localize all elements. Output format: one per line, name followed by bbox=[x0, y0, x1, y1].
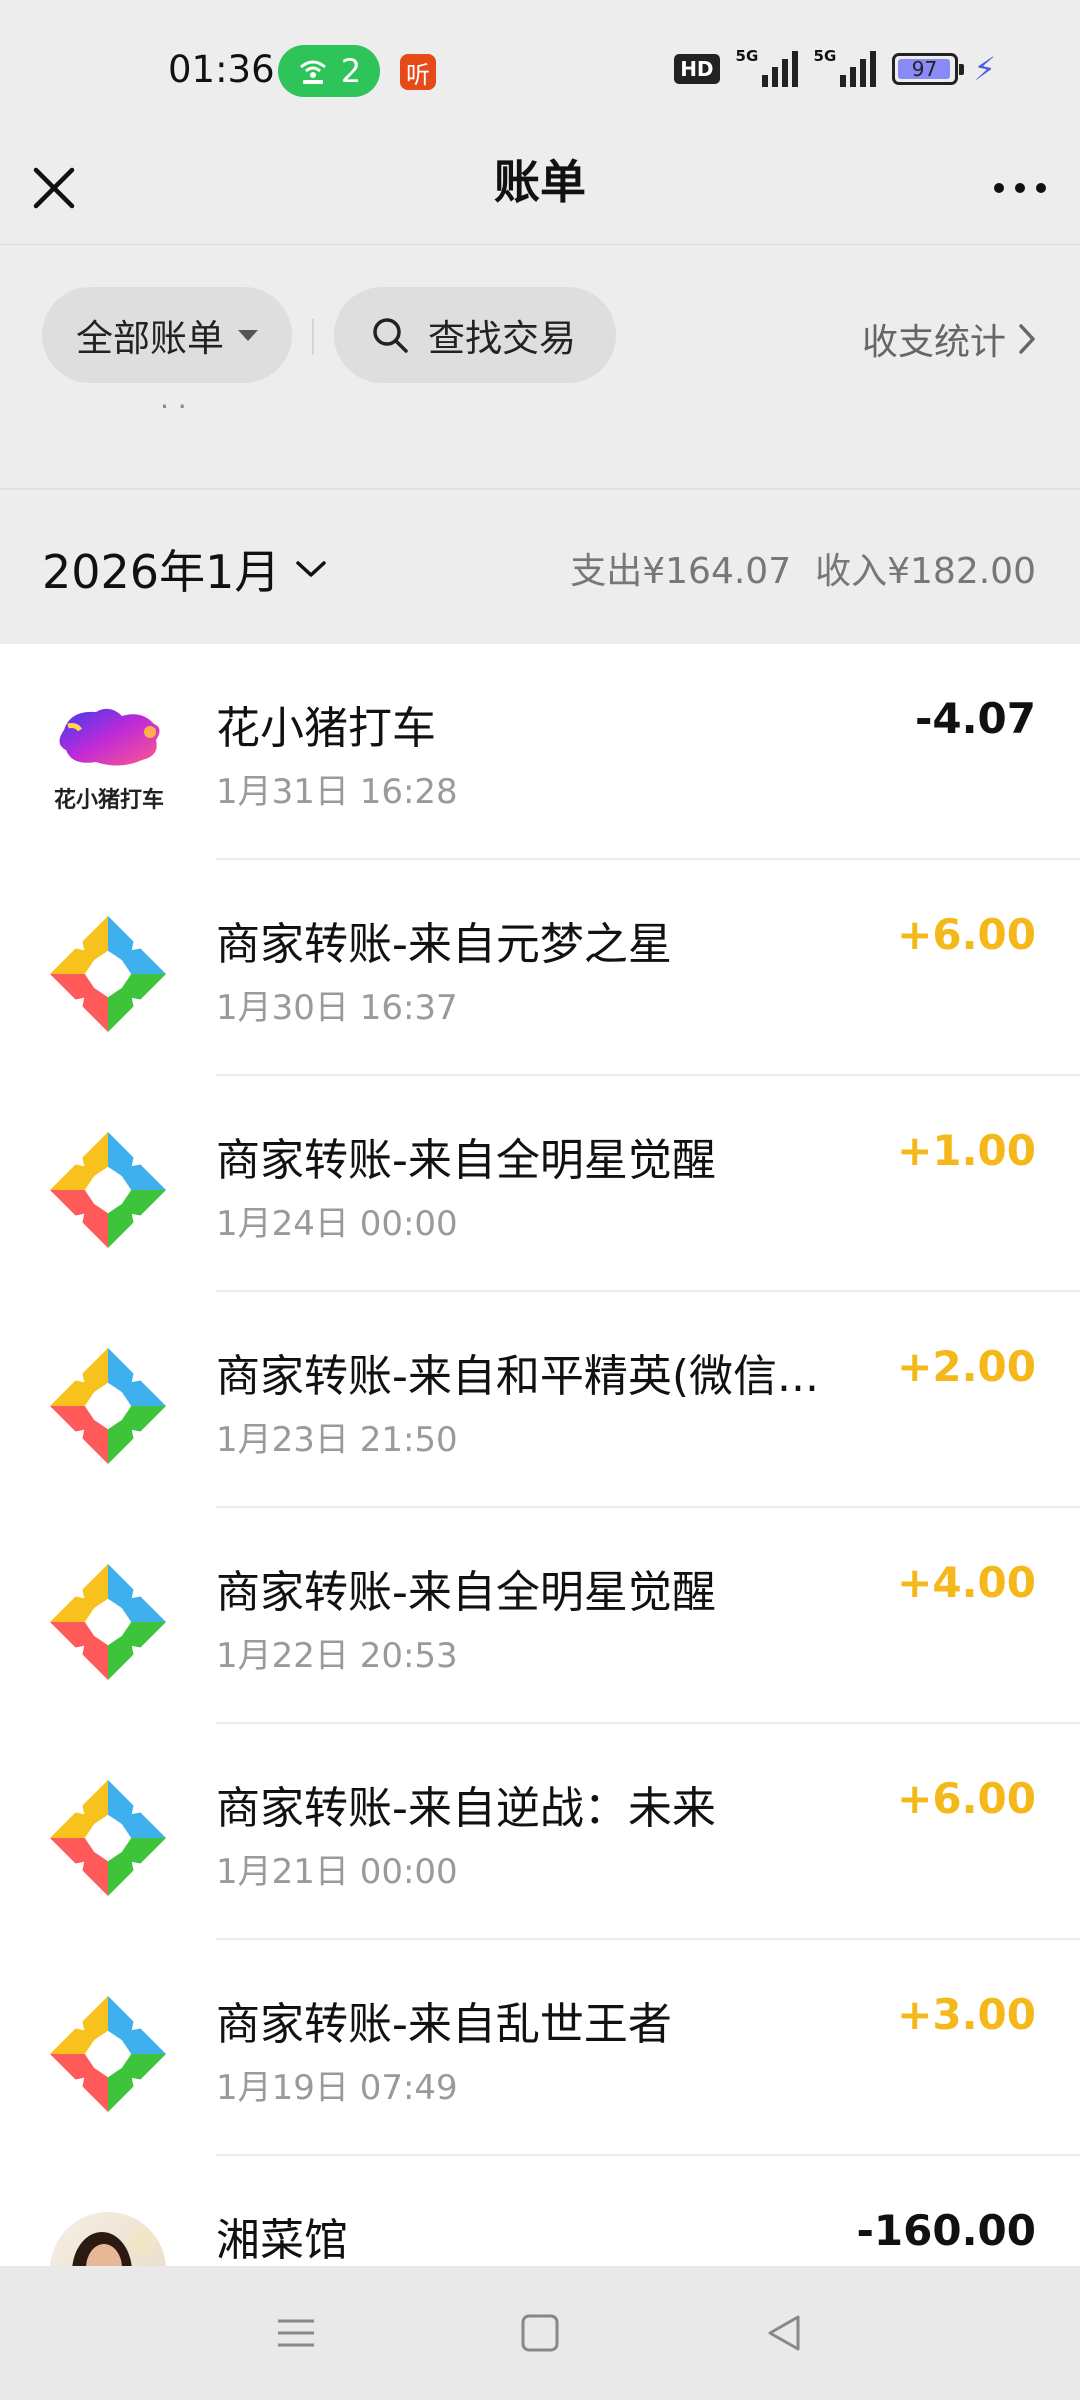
transaction-title: 商家转账-来自乱世王者 bbox=[216, 1999, 672, 2050]
battery-level: 97 bbox=[911, 57, 938, 81]
transaction-time: 1月22日 20:53 bbox=[216, 1636, 458, 1676]
transaction-time: 1月24日 00:00 bbox=[216, 1204, 458, 1244]
network-type-label-2: 5G bbox=[813, 47, 837, 65]
merchant-transfer-icon bbox=[50, 1564, 166, 1680]
transaction-row[interactable]: 商家转账-来自和平精英(微信... 1月23日 21:50 +2.00 bbox=[0, 1292, 1080, 1508]
home-icon[interactable] bbox=[518, 2311, 562, 2355]
page-title: 账单 bbox=[494, 155, 586, 209]
transaction-title: 花小猪打车 bbox=[216, 703, 436, 754]
transaction-time: 1月31日 16:28 bbox=[216, 772, 458, 812]
transaction-amount: +6.00 bbox=[897, 1774, 1036, 1823]
chevron-down-icon bbox=[296, 561, 327, 577]
transaction-time: 1月23日 21:50 bbox=[216, 1420, 458, 1460]
merchant-transfer-icon bbox=[50, 916, 166, 1032]
network-type-label: 5G bbox=[735, 47, 759, 65]
month-label: 2026年1月 bbox=[42, 545, 281, 599]
month-expense: 支出¥164.07 bbox=[570, 551, 792, 592]
charging-icon: ⚡ bbox=[973, 50, 996, 88]
transaction-amount: +2.00 bbox=[897, 1342, 1036, 1391]
transaction-amount: +3.00 bbox=[897, 1990, 1036, 2039]
signal-strength-icon: 5G bbox=[736, 47, 798, 87]
transaction-title: 商家转账-来自全明星觉醒 bbox=[216, 1135, 716, 1186]
search-icon bbox=[373, 318, 408, 353]
system-nav-bar bbox=[0, 2266, 1080, 2400]
listen-app-icon: 听 bbox=[400, 54, 436, 90]
transaction-list: 花小猪打车 花小猪打车 1月31日 16:28 -4.07 商家转账-来自元梦之… bbox=[0, 644, 1080, 2266]
transaction-row[interactable]: 花小猪打车 花小猪打车 1月31日 16:28 -4.07 bbox=[0, 644, 1080, 860]
transaction-row[interactable]: 湘菜馆 -160.00 bbox=[0, 2156, 1080, 2266]
transaction-title: 商家转账-来自逆战：未来 bbox=[216, 1783, 716, 1834]
transaction-amount: -4.07 bbox=[914, 694, 1036, 743]
huaxiaozhu-logo-icon: 花小猪打车 bbox=[50, 700, 166, 816]
transaction-time: 1月30日 16:37 bbox=[216, 988, 458, 1028]
search-label: 查找交易 bbox=[428, 317, 576, 360]
hd-voice-icon: HD bbox=[674, 54, 720, 84]
merchant-transfer-icon bbox=[50, 1996, 166, 2112]
merchant-transfer-icon bbox=[50, 1348, 166, 1464]
hotspot-icon bbox=[299, 60, 326, 84]
transaction-row[interactable]: 商家转账-来自逆战：未来 1月21日 00:00 +6.00 bbox=[0, 1724, 1080, 1940]
signal-strength-icon-2: 5G bbox=[814, 47, 876, 87]
transaction-title: 商家转账-来自元梦之星 bbox=[216, 919, 672, 970]
transaction-time: 1月19日 07:49 bbox=[216, 2068, 458, 2108]
hotspot-count: 2 bbox=[340, 52, 362, 90]
transaction-row[interactable]: 商家转账-来自全明星觉醒 1月24日 00:00 +1.00 bbox=[0, 1076, 1080, 1292]
transaction-title: 商家转账-来自全明星觉醒 bbox=[216, 1567, 716, 1618]
avatar-photo-icon bbox=[50, 2212, 166, 2266]
chip-separator bbox=[312, 319, 314, 355]
stats-label: 收支统计 bbox=[861, 322, 1006, 363]
merchant-transfer-icon bbox=[50, 1780, 166, 1896]
search-transactions-button[interactable]: 查找交易 bbox=[334, 287, 616, 383]
transaction-time: 1月21日 00:00 bbox=[216, 1852, 458, 1892]
menu-icon[interactable] bbox=[274, 2311, 318, 2355]
transaction-row[interactable]: 商家转账-来自元梦之星 1月30日 16:37 +6.00 bbox=[0, 860, 1080, 1076]
transaction-amount: +6.00 bbox=[897, 910, 1036, 959]
month-selector[interactable]: 2026年1月 bbox=[42, 536, 328, 602]
transaction-title: 商家转账-来自和平精英(微信... bbox=[216, 1351, 820, 1402]
battery-icon: 97 bbox=[891, 53, 964, 85]
chevron-right-icon bbox=[1019, 324, 1035, 354]
caret-down-icon bbox=[238, 329, 258, 341]
header-divider bbox=[0, 244, 1080, 245]
status-bar: 01:36 2 听 HD 5G 5G 97 ⚡ bbox=[0, 0, 1080, 140]
month-totals: 支出¥164.07 收入¥182.00 bbox=[570, 542, 1036, 594]
merchant-transfer-icon bbox=[50, 1132, 166, 1248]
income-expense-stats-link[interactable]: 收支统计 bbox=[862, 313, 1038, 365]
transaction-amount: -160.00 bbox=[856, 2206, 1036, 2255]
transaction-row[interactable]: 商家转账-来自乱世王者 1月19日 07:49 +3.00 bbox=[0, 1940, 1080, 2156]
clipped-text: · · bbox=[160, 402, 187, 423]
month-income: 收入¥182.00 bbox=[815, 551, 1036, 592]
transaction-amount: +4.00 bbox=[897, 1558, 1036, 1607]
transaction-title: 湘菜馆 bbox=[216, 2215, 348, 2266]
hotspot-indicator[interactable]: 2 bbox=[278, 45, 380, 97]
transaction-row[interactable]: 商家转账-来自全明星觉醒 1月22日 20:53 +4.00 bbox=[0, 1508, 1080, 1724]
app-header: 账单 bbox=[0, 140, 1080, 244]
all-bills-dropdown[interactable]: 全部账单 bbox=[42, 287, 292, 383]
all-bills-label: 全部账单 bbox=[76, 317, 224, 360]
logo-text: 花小猪打车 bbox=[54, 788, 165, 813]
month-summary: 2026年1月 支出¥164.07 收入¥182.00 bbox=[0, 490, 1080, 644]
status-time: 01:36 bbox=[168, 48, 275, 91]
more-options-icon[interactable] bbox=[988, 162, 1052, 214]
filter-row: 全部账单 查找交易 收支统计 bbox=[0, 285, 1080, 385]
transaction-amount: +1.00 bbox=[897, 1126, 1036, 1175]
back-icon[interactable] bbox=[762, 2311, 806, 2355]
